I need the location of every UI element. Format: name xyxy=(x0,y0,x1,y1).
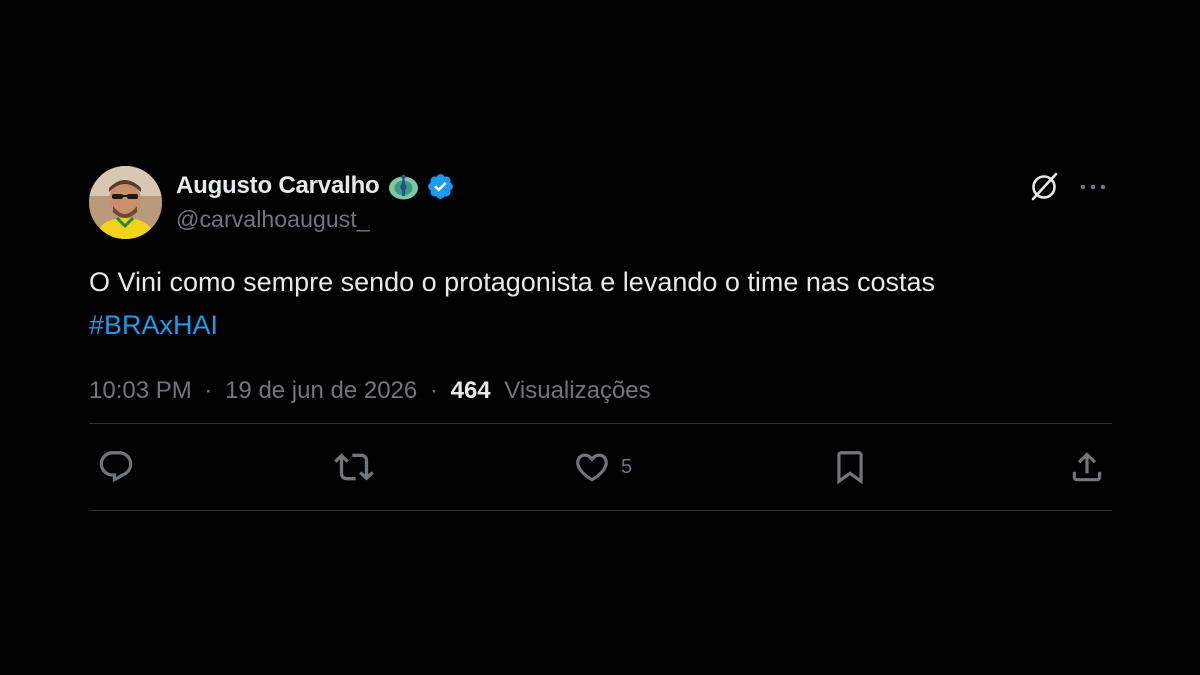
author-display-name[interactable]: Augusto Carvalho xyxy=(176,172,380,200)
divider-bottom xyxy=(89,510,1112,511)
tweet-text: O Vini como sempre sendo o protagonista … xyxy=(89,261,1112,347)
peacock-emoji-icon xyxy=(388,172,419,200)
hashtag-link[interactable]: #BRAxHAI xyxy=(89,304,1112,347)
like-button[interactable]: 5 xyxy=(573,448,632,486)
reply-icon xyxy=(97,448,135,486)
reply-button[interactable] xyxy=(97,448,135,486)
heart-icon xyxy=(573,448,611,486)
repost-icon xyxy=(334,447,374,487)
meta-separator: · xyxy=(204,377,213,404)
views-count: 464 xyxy=(450,377,491,404)
tweet-card: Augusto Carvalho @carvalhoaugust_ O Vini… xyxy=(89,166,1112,511)
tweet-time[interactable]: 10:03 PM xyxy=(89,377,192,404)
grok-icon[interactable] xyxy=(1028,170,1062,204)
views-label: Visualizações xyxy=(504,377,651,404)
tweet-meta: 10:03 PM · 19 de jun de 2026 · 464 Visua… xyxy=(89,375,1112,407)
tweet-date[interactable]: 19 de jun de 2026 xyxy=(225,377,417,404)
bookmark-icon xyxy=(831,448,869,486)
author-block: Augusto Carvalho @carvalhoaugust_ xyxy=(176,170,455,233)
tweet-text-line: O Vini como sempre sendo o protagonista … xyxy=(89,267,935,297)
share-button[interactable] xyxy=(1068,448,1106,486)
author-handle[interactable]: @carvalhoaugust_ xyxy=(176,206,455,233)
tweet-header: Augusto Carvalho @carvalhoaugust_ xyxy=(89,166,1112,240)
repost-button[interactable] xyxy=(334,447,374,487)
author-name-row: Augusto Carvalho xyxy=(176,170,455,202)
meta-separator: · xyxy=(429,377,438,404)
share-icon xyxy=(1068,448,1106,486)
header-actions xyxy=(1028,170,1110,204)
action-bar: 5 xyxy=(89,424,1112,510)
avatar-image xyxy=(89,166,162,239)
verified-badge-icon[interactable] xyxy=(426,172,455,201)
more-icon[interactable] xyxy=(1062,170,1110,204)
avatar[interactable] xyxy=(89,166,162,239)
bookmark-button[interactable] xyxy=(831,448,869,486)
like-count: 5 xyxy=(620,455,633,478)
